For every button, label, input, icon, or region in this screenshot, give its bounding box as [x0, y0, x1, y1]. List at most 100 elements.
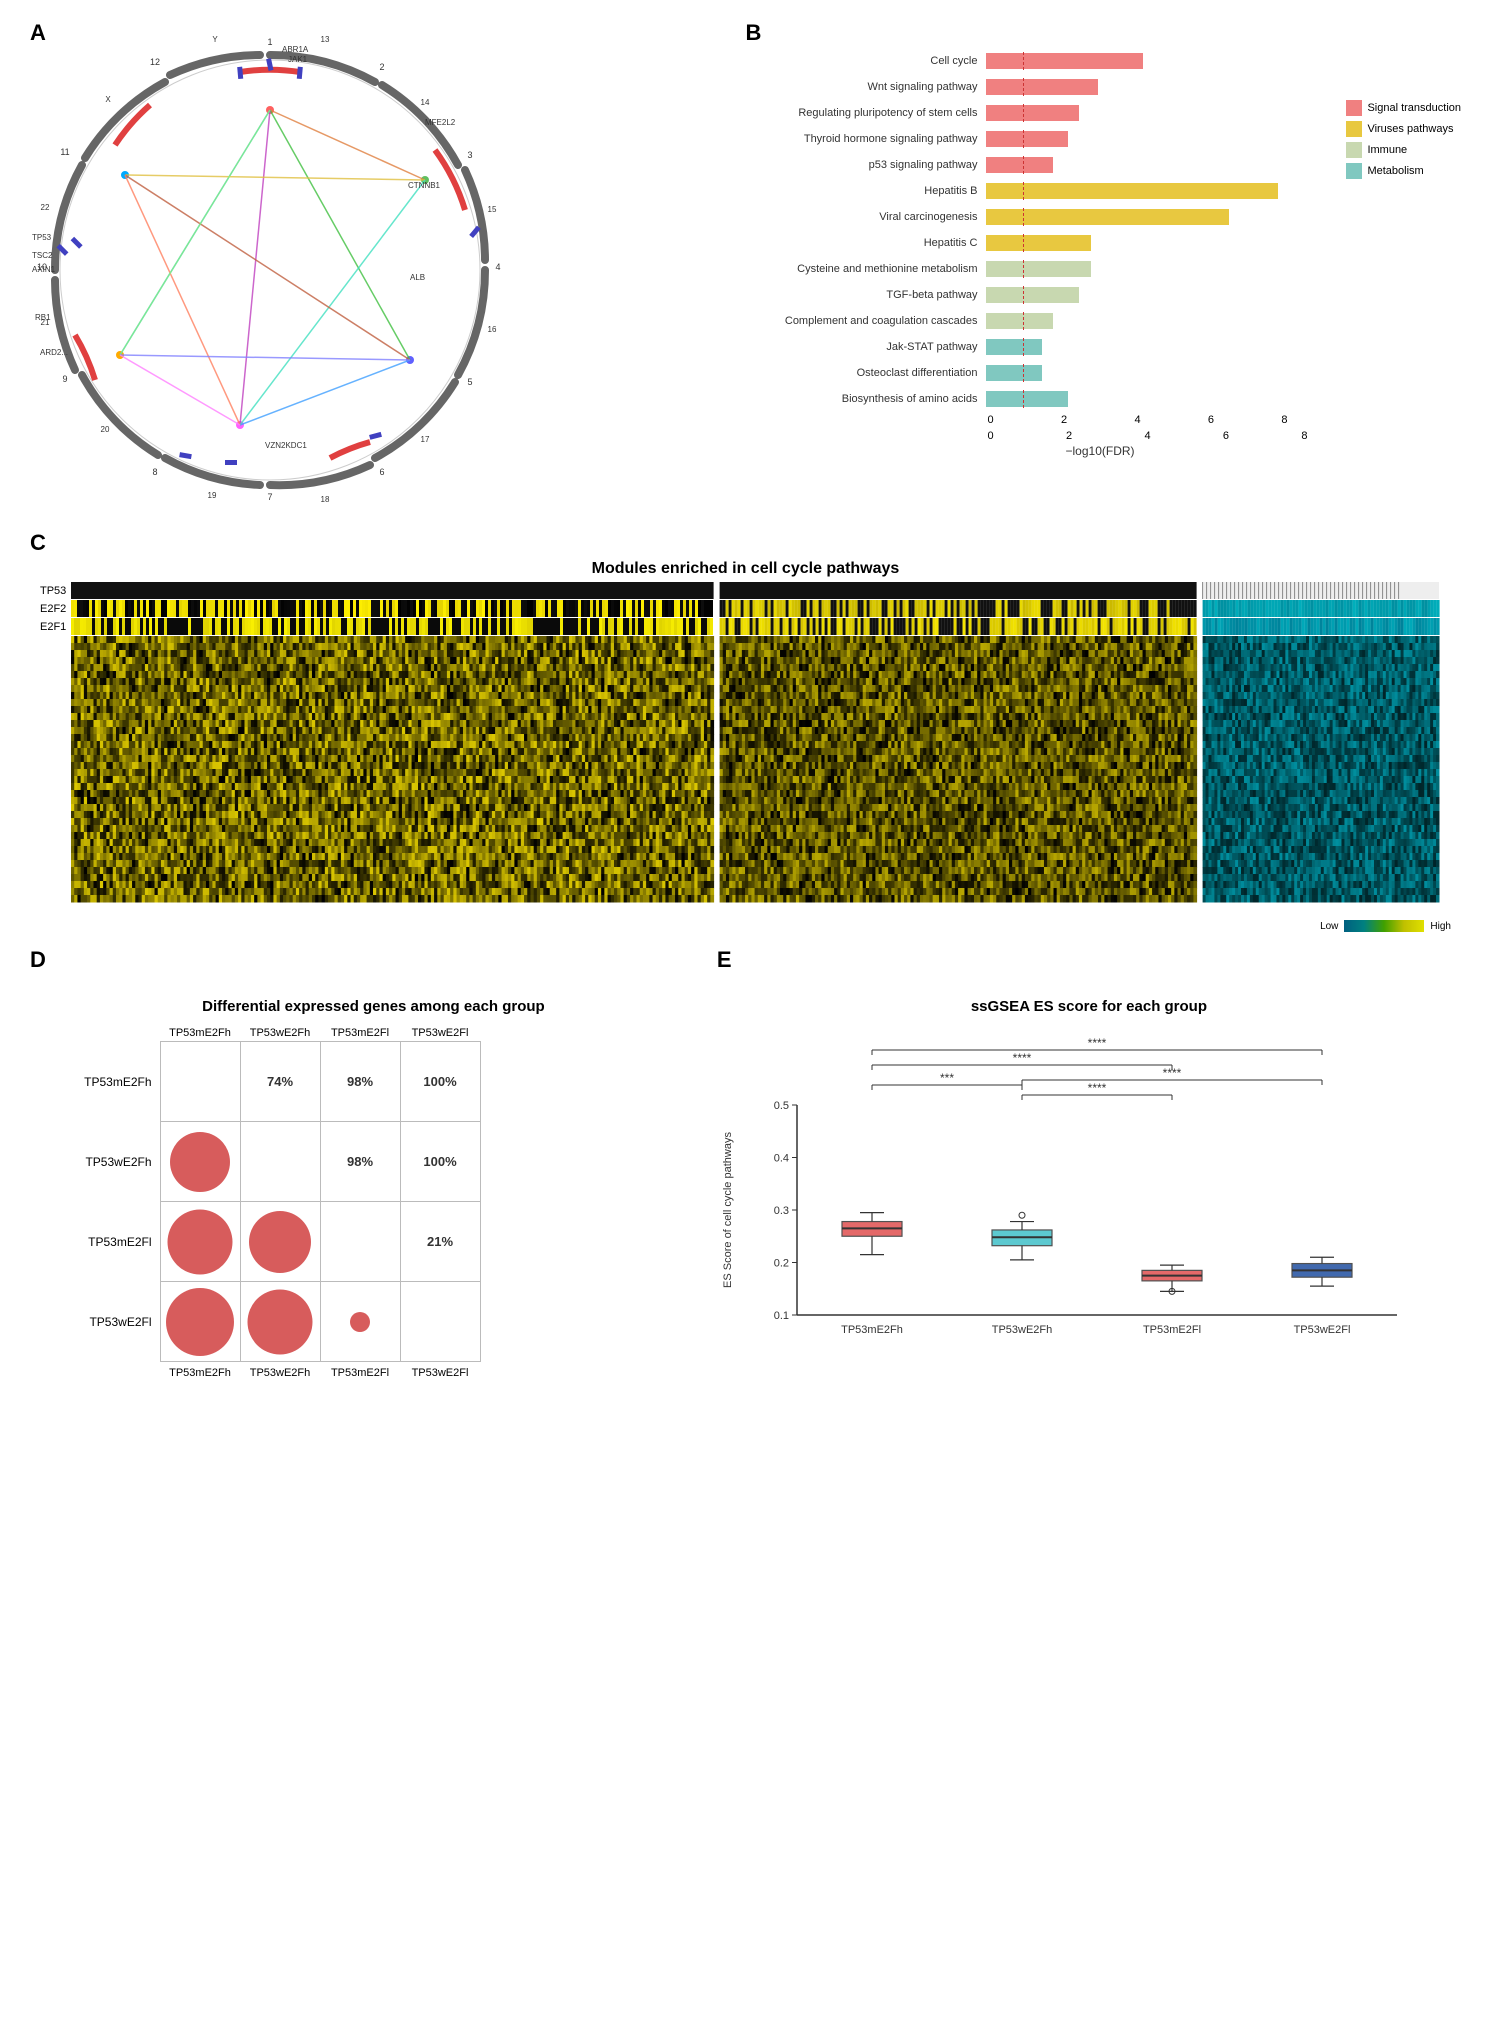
- bar-track-6: [986, 208, 1462, 226]
- dotplot-xaxis-label-3: TP53wE2Fl: [400, 1367, 480, 1379]
- bar-label-10: Complement and coagulation cascades: [766, 315, 986, 327]
- svg-text:VZN2KDC1: VZN2KDC1: [265, 441, 307, 450]
- bar-fill-11: [986, 339, 1042, 355]
- dotplot-cell-1-0: [160, 1122, 240, 1202]
- bar-fill-4: [986, 157, 1054, 173]
- dotplot-cell-0-2: 98%: [320, 1042, 400, 1122]
- legend-item-immune: Immune: [1346, 142, 1461, 158]
- dotplot-row-label-0: TP53mE2Fh: [70, 1042, 160, 1122]
- bar-track-9: [986, 286, 1462, 304]
- bar-label-5: Hepatitis B: [766, 185, 986, 197]
- svg-text:22: 22: [41, 203, 50, 212]
- svg-text:4: 4: [495, 262, 500, 272]
- dot-circle-3-2: [350, 1312, 370, 1332]
- bar-label-7: Hepatitis C: [766, 237, 986, 249]
- bar-label-4: p53 signaling pathway: [766, 159, 986, 171]
- bar-row-0: Cell cycle: [766, 50, 1462, 72]
- legend-item-metabolism: Metabolism: [1346, 163, 1461, 179]
- legend-label-metabolism: Metabolism: [1367, 165, 1423, 177]
- bar-fill-13: [986, 391, 1069, 407]
- dotplot-cell-0-1: 74%: [240, 1042, 320, 1122]
- svg-text:6: 6: [379, 467, 384, 477]
- bar-label-0: Cell cycle: [766, 55, 986, 67]
- dashed-threshold-11: [1023, 338, 1024, 356]
- bar-track-10: [986, 312, 1462, 330]
- dotplot-row-label-3: TP53wE2Fl: [70, 1282, 160, 1362]
- bar-track-0: [986, 52, 1462, 70]
- dotplot-cell-3-1: [240, 1282, 320, 1362]
- heatmap-wrapper: TP53 E2F2 E2F1 Low High: [40, 582, 1461, 937]
- bar-label-1: Wnt signaling pathway: [766, 81, 986, 93]
- heatmap-title: Modules enriched in cell cycle pathways: [30, 560, 1461, 578]
- dashed-threshold-5: [1023, 182, 1024, 200]
- bar-label-13: Biosynthesis of amino acids: [766, 393, 986, 405]
- dotplot-cell-2-2: [320, 1202, 400, 1282]
- legend-color-metabolism: [1346, 163, 1362, 179]
- bar-track-8: [986, 260, 1462, 278]
- svg-text:ALB: ALB: [410, 273, 425, 282]
- legend: Signal transduction Viruses pathways Imm…: [1346, 100, 1461, 179]
- xaxis-tick-2: 2: [1066, 430, 1072, 442]
- dashed-threshold-12: [1023, 364, 1024, 382]
- svg-text:11: 11: [60, 147, 69, 157]
- bar-row-5: Hepatitis B: [766, 180, 1462, 202]
- svg-text:16: 16: [488, 325, 497, 334]
- bar-row-11: Jak-STAT pathway: [766, 336, 1462, 358]
- dotplot-row-2: TP53mE2Fl21%: [70, 1202, 480, 1282]
- dotplot-row-0: TP53mE2Fh74%98%100%: [70, 1042, 480, 1122]
- svg-text:14: 14: [421, 98, 430, 107]
- panel-c: C Modules enriched in cell cycle pathway…: [30, 530, 1461, 937]
- svg-text:1: 1: [267, 37, 272, 47]
- dotplot-row-label-1: TP53wE2Fh: [70, 1122, 160, 1202]
- panel-b: B Cell cycle Wnt signaling pathway Regulat…: [746, 20, 1462, 520]
- svg-text:TSC2: TSC2: [32, 251, 53, 260]
- legend-item-viruses: Viruses pathways: [1346, 121, 1461, 137]
- heatmap-label-e2f2: E2F2: [40, 600, 66, 618]
- xaxis-tick: 4: [1134, 414, 1140, 426]
- circos-svg: 1 2 3 4 5 6 7 8 9 10 11 12 13: [30, 30, 510, 510]
- svg-text:X: X: [105, 95, 111, 104]
- bar-label-8: Cysteine and methionine metabolism: [766, 263, 986, 275]
- xaxis-tick-0: 0: [988, 430, 994, 442]
- dot-circle-2-1: [249, 1211, 311, 1273]
- xaxis-tick: 6: [1208, 414, 1214, 426]
- dashed-threshold-10: [1023, 312, 1024, 330]
- dotplot-xaxis-label-0: TP53mE2Fh: [160, 1367, 240, 1379]
- dotplot-cell-1-1: [240, 1122, 320, 1202]
- bar-row-13: Biosynthesis of amino acids: [766, 388, 1462, 410]
- dotplot-row-label-2: TP53mE2Fl: [70, 1202, 160, 1282]
- xaxis-label: −log10(FDR): [1066, 444, 1462, 458]
- xaxis-tick: 0: [988, 414, 994, 426]
- dotplot-row-1: TP53wE2Fh98%100%: [70, 1122, 480, 1202]
- heatmap-row-labels: TP53 E2F2 E2F1: [40, 582, 66, 937]
- color-scale-low: Low: [1320, 921, 1338, 932]
- bar-label-12: Osteoclast differentiation: [766, 367, 986, 379]
- legend-label-immune: Immune: [1367, 144, 1407, 156]
- dotplot: TP53mE2FhTP53wE2FhTP53mE2FlTP53wE2FlTP53…: [70, 1025, 717, 1379]
- dashed-threshold-9: [1023, 286, 1024, 304]
- svg-text:20: 20: [101, 425, 110, 434]
- bar-label-2: Regulating pluripotency of stem cells: [766, 107, 986, 119]
- legend-color-immune: [1346, 142, 1362, 158]
- bar-row-6: Viral carcinogenesis: [766, 206, 1462, 228]
- dot-circle-3-1: [248, 1289, 313, 1354]
- panel-b-label: B: [746, 20, 762, 46]
- bar-row-1: Wnt signaling pathway: [766, 76, 1462, 98]
- dashed-threshold-7: [1023, 234, 1024, 252]
- legend-item-signal: Signal transduction: [1346, 100, 1461, 116]
- bar-label-3: Thyroid hormone signaling pathway: [766, 133, 986, 145]
- svg-text:19: 19: [208, 491, 217, 500]
- svg-text:ABR1A: ABR1A: [282, 45, 309, 54]
- svg-text:5: 5: [467, 377, 472, 387]
- dotplot-row-3: TP53wE2Fl: [70, 1282, 480, 1362]
- color-scale-bar: [1344, 920, 1424, 932]
- dotplot-xaxis-label-1: TP53wE2Fh: [240, 1367, 320, 1379]
- svg-text:AXIN1: AXIN1: [32, 265, 56, 274]
- dashed-threshold-8: [1023, 260, 1024, 278]
- svg-text:MFE2L2: MFE2L2: [425, 118, 456, 127]
- svg-text:15: 15: [488, 205, 497, 214]
- bar-fill-8: [986, 261, 1091, 277]
- bar-track-11: [986, 338, 1462, 356]
- heatmap-svg-container: Low High: [71, 582, 1461, 937]
- dashed-threshold-2: [1023, 104, 1024, 122]
